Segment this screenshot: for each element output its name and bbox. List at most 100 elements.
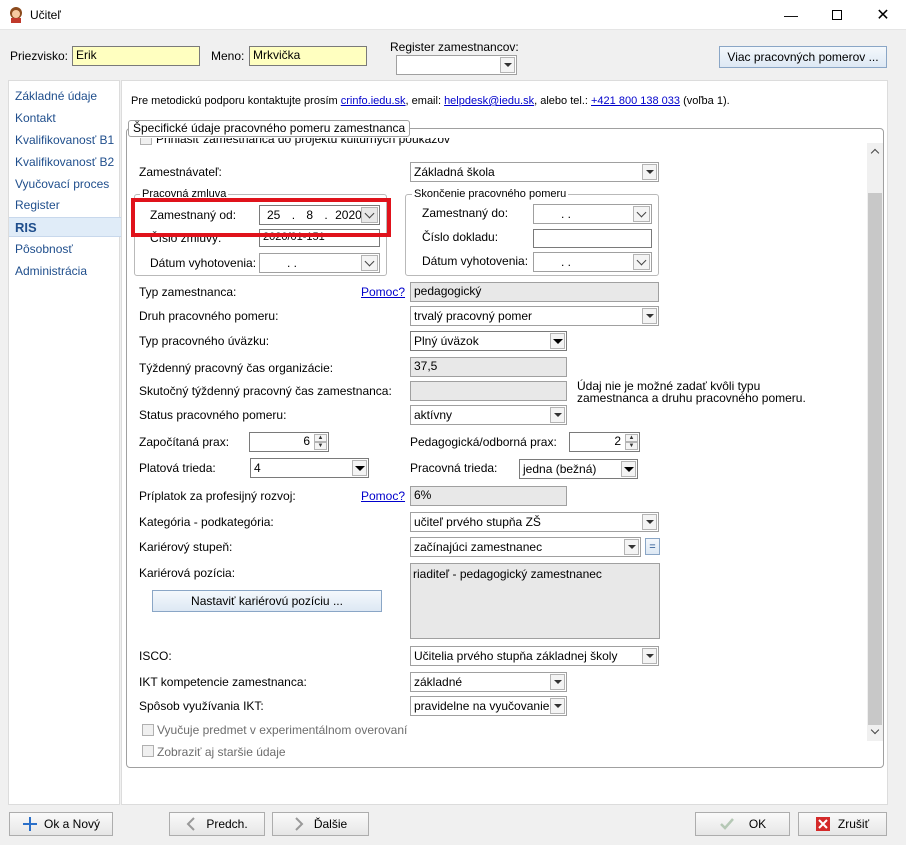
support-info: Pre metodickú podporu kontaktujte prosím… bbox=[131, 95, 730, 107]
platova-trieda-label: Platová trieda: bbox=[139, 461, 216, 475]
priplatok-label: Príplatok za profesijný rozvoj: bbox=[139, 489, 296, 503]
ok-a-novy-button[interactable]: Ok a Nový bbox=[9, 812, 113, 836]
chevron-left-icon bbox=[186, 817, 196, 831]
priezvisko-label: Priezvisko: bbox=[10, 49, 69, 63]
zamestnany-do-date[interactable]: . . bbox=[533, 204, 652, 224]
druh-pomeru-label: Druh pracovného pomeru: bbox=[139, 309, 279, 323]
experimental-checkbox[interactable] bbox=[142, 724, 154, 736]
pedagogicka-prax-spinner[interactable]: 2 ▲ ▼ bbox=[569, 432, 640, 452]
starsie-udaje-checkbox[interactable] bbox=[142, 745, 154, 757]
typ-uvazku-select[interactable]: Plný úväzok bbox=[410, 331, 567, 351]
datum-vyhotovenia-skoncenie-date[interactable]: . . bbox=[533, 252, 652, 272]
datum-vyhotovenia-zmluva-date[interactable]: . . bbox=[259, 253, 380, 273]
spinner-arrows-icon[interactable]: ▲ ▼ bbox=[314, 434, 327, 450]
phone-link[interactable]: +421 800 138 033 bbox=[591, 95, 680, 107]
skutocny-cas-note-2: zamestnanca a druhu pracovného pomeru. bbox=[577, 391, 806, 405]
close-icon: ✕ bbox=[876, 7, 890, 24]
typ-zamestnanca-help-link[interactable]: Pomoc? bbox=[361, 285, 405, 299]
sidebar-item-ris[interactable]: RIS bbox=[15, 220, 37, 235]
plus-icon bbox=[22, 817, 37, 831]
ok-a-novy-label: Ok a Nový bbox=[43, 817, 100, 831]
maximize-button[interactable] bbox=[814, 0, 860, 30]
sidebar-item-kontakt[interactable]: Kontakt bbox=[15, 111, 56, 125]
scroll-up-icon[interactable] bbox=[869, 146, 881, 158]
status-select[interactable]: aktívny bbox=[410, 405, 567, 425]
zrusit-label: Zrušiť bbox=[837, 817, 870, 831]
cislo-dokladu-label: Číslo dokladu: bbox=[422, 230, 499, 244]
minimize-button[interactable]: — bbox=[768, 0, 814, 30]
helpdesk-email-link[interactable]: helpdesk@iedu.sk bbox=[444, 95, 534, 107]
predch-label: Predch. bbox=[206, 817, 248, 831]
predch-button[interactable]: Predch. bbox=[169, 812, 265, 836]
dropdown-arrow-icon bbox=[624, 539, 639, 555]
isco-select[interactable]: Učitelia prvého stupňa základnej školy bbox=[410, 646, 659, 666]
dropdown-arrow-icon bbox=[642, 164, 657, 180]
typ-zamestnanca-field: pedagogický bbox=[410, 282, 659, 302]
support-suffix: (voľba 1). bbox=[680, 95, 730, 107]
chevron-down-icon bbox=[633, 206, 650, 222]
karierova-pozicia-label: Kariérová pozícia: bbox=[139, 566, 236, 580]
sidebar-item-vyucovaci-proces[interactable]: Vyučovací proces bbox=[15, 177, 109, 191]
druh-pomeru-select[interactable]: trvalý pracovný pomer bbox=[410, 306, 659, 326]
viac-pracovnych-pomerov-button[interactable]: Viac pracovných pomerov ... bbox=[719, 46, 887, 68]
skutocny-cas-field bbox=[410, 381, 567, 401]
ok-button[interactable]: OK bbox=[695, 812, 790, 836]
zamestnavatel-select[interactable]: Základná škola bbox=[410, 162, 659, 182]
sidebar: Základné údaje Kontakt Kvalifikovanosť B… bbox=[8, 80, 121, 805]
zapocitana-prax-label: Započítaná prax: bbox=[139, 435, 230, 449]
cislo-dokladu-input[interactable] bbox=[533, 229, 652, 248]
dropdown-arrow-icon bbox=[550, 674, 565, 690]
sidebar-item-kvalifikovanost-b1[interactable]: Kvalifikovanosť B1 bbox=[15, 133, 114, 147]
zrusit-button[interactable]: Zrušiť bbox=[798, 812, 887, 836]
karierovy-stupen-select[interactable]: začínajúci zamestnanec bbox=[410, 537, 641, 557]
pedagogicka-prax-label: Pedagogická/odborná prax: bbox=[410, 435, 557, 449]
sidebar-item-kvalifikovanost-b2[interactable]: Kvalifikovanosť B2 bbox=[15, 155, 114, 169]
meno-input[interactable]: Mrkvička bbox=[249, 46, 367, 66]
sposob-ikt-select[interactable]: pravidelne na vyučovanie bbox=[410, 696, 567, 716]
experimental-label: Vyučuje predmet v experimentálnom overov… bbox=[157, 723, 408, 737]
zapocitana-prax-spinner[interactable]: 6 ▲ ▼ bbox=[249, 432, 329, 452]
close-button[interactable]: ✕ bbox=[860, 0, 906, 30]
scroll-down-icon[interactable] bbox=[869, 725, 881, 737]
sidebar-item-administracia[interactable]: Administrácia bbox=[15, 264, 87, 278]
ok-label: OK bbox=[748, 817, 767, 831]
ikt-kompetencie-select[interactable]: základné bbox=[410, 672, 567, 692]
scrollbar-thumb[interactable] bbox=[868, 193, 882, 725]
tyzdenny-cas-org-label: Týždenný pracovný čas organizácie: bbox=[139, 361, 334, 375]
skoncenie-title: Skončenie pracovného pomeru bbox=[412, 188, 569, 200]
clipped-row: Prihlásiť zamestnanca do projektu kultúr… bbox=[140, 138, 865, 147]
sidebar-item-zakladne-udaje[interactable]: Základné údaje bbox=[15, 89, 97, 103]
sidebar-item-register[interactable]: Register bbox=[15, 198, 60, 212]
highlight-box bbox=[131, 198, 391, 237]
pracovna-trieda-label: Pracovná trieda: bbox=[410, 461, 498, 475]
checkmark-icon bbox=[719, 818, 734, 830]
pracovna-trieda-select[interactable]: jedna (bežná) bbox=[519, 459, 638, 479]
dropdown-arrow-icon bbox=[642, 648, 657, 664]
kategoria-label: Kategória - podkategória: bbox=[139, 515, 274, 529]
support-prefix: Pre metodickú podporu kontaktujte prosím bbox=[131, 95, 341, 107]
support-mid2: , alebo tel.: bbox=[534, 95, 591, 107]
sposob-ikt-label: Spôsob využívania IKT: bbox=[139, 699, 264, 713]
chevron-down-icon bbox=[361, 255, 378, 271]
register-select[interactable] bbox=[396, 55, 517, 75]
maximize-icon bbox=[832, 10, 842, 20]
crinfo-link[interactable]: crinfo.iedu.sk bbox=[341, 95, 406, 107]
nastavit-karierovu-poziciu-button[interactable]: Nastaviť kariérovú pozíciu ... bbox=[152, 590, 382, 612]
spinner-arrows-icon[interactable]: ▲ ▼ bbox=[625, 434, 638, 450]
dalsie-button[interactable]: Ďalšie bbox=[272, 812, 369, 836]
ikt-kompetencie-label: IKT kompetencie zamestnanca: bbox=[139, 675, 307, 689]
priplatok-help-link[interactable]: Pomoc? bbox=[361, 489, 405, 503]
chevron-down-icon bbox=[633, 254, 650, 270]
kulturne-poukazy-checkbox[interactable] bbox=[140, 138, 152, 145]
dropdown-arrow-icon bbox=[352, 460, 367, 476]
platova-trieda-select[interactable]: 4 bbox=[250, 458, 369, 478]
chevron-right-icon bbox=[295, 817, 304, 831]
kategoria-select[interactable]: učiteľ prvého stupňa ZŠ bbox=[410, 512, 659, 532]
priezvisko-input[interactable]: Erik bbox=[72, 46, 200, 66]
teacher-avatar-icon bbox=[10, 7, 22, 23]
karierovy-stupen-equals-button[interactable]: = bbox=[645, 538, 660, 555]
zamestnavatel-label: Zamestnávateľ: bbox=[139, 165, 222, 179]
sidebar-item-posobnost[interactable]: Pôsobnosť bbox=[15, 242, 73, 256]
title-bar: Učiteľ — ✕ bbox=[0, 0, 906, 30]
register-label: Register zamestnancov: bbox=[390, 40, 519, 54]
